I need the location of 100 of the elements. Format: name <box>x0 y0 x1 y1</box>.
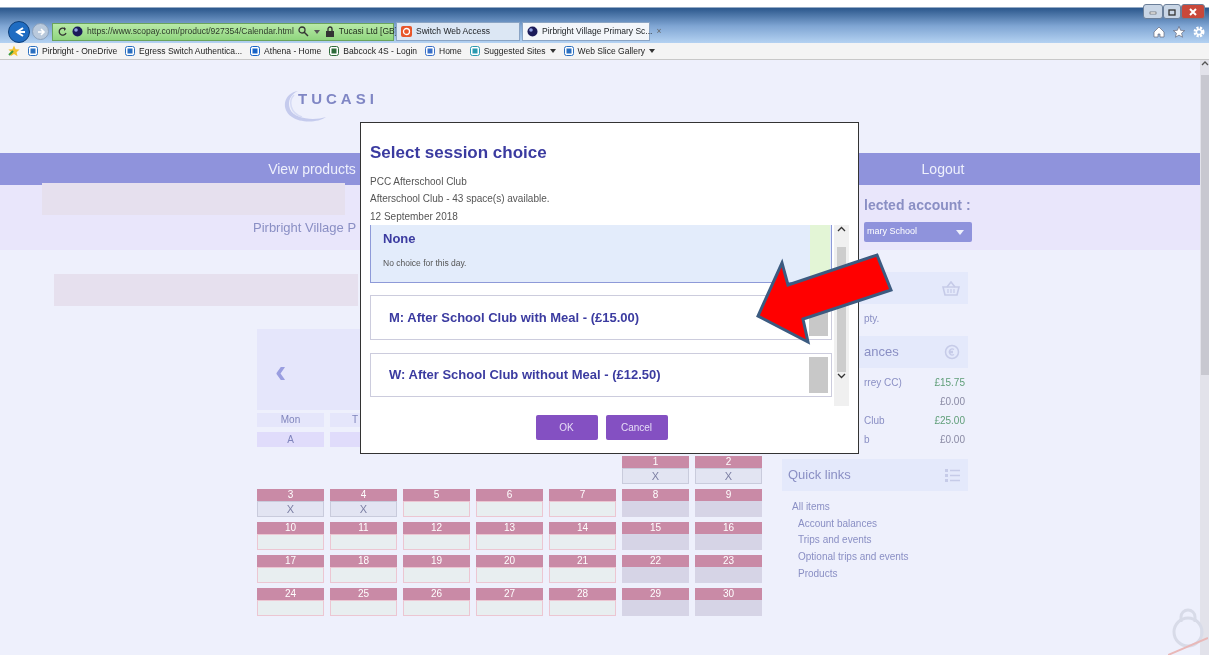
day-cell[interactable] <box>403 501 470 517</box>
favorite-link[interactable]: Suggested Sites <box>469 44 556 58</box>
close-button[interactable] <box>1181 4 1205 19</box>
quick-link[interactable]: Account balances <box>782 515 968 533</box>
option-description: No choice for this day. <box>383 256 468 270</box>
scroll-thumb[interactable] <box>1200 75 1209 375</box>
day-number: 15 <box>622 522 689 534</box>
day-cell[interactable] <box>403 600 470 616</box>
scroll-down-icon[interactable] <box>837 372 847 380</box>
favorite-link[interactable]: Athena - Home <box>250 44 322 58</box>
day-cell[interactable]: X <box>257 501 324 517</box>
caret-icon[interactable] <box>312 27 321 36</box>
day-cell[interactable]: X <box>330 501 397 517</box>
day-number: 11 <box>330 522 397 534</box>
day-cell[interactable] <box>330 567 397 583</box>
balance-amount: £0.00 <box>939 395 965 409</box>
day-cell[interactable] <box>476 534 543 550</box>
day-number: 10 <box>257 522 324 534</box>
refresh-icon[interactable] <box>57 26 68 37</box>
nav-link[interactable]: Logout <box>860 158 1026 180</box>
day-number: 23 <box>695 555 762 567</box>
day-cell[interactable]: X <box>695 468 762 484</box>
address-bar[interactable]: https://www.scopay.com/product/927354/Calendar.html Tucasi Ltd [GB] <box>52 22 394 41</box>
day-cell[interactable] <box>476 567 543 583</box>
home-icon[interactable] <box>1153 25 1165 38</box>
page-icon <box>469 46 480 56</box>
caret-icon <box>956 228 964 236</box>
day-cell[interactable] <box>330 534 397 550</box>
day-cell[interactable] <box>330 600 397 616</box>
restore-button[interactable] <box>1163 4 1181 19</box>
day-cell[interactable] <box>403 567 470 583</box>
day-cell[interactable] <box>622 600 689 616</box>
favorite-link[interactable]: Home <box>425 44 462 58</box>
day-cell[interactable] <box>622 501 689 517</box>
day-cell[interactable] <box>403 534 470 550</box>
favorites-star-icon[interactable] <box>8 45 20 57</box>
weekday-header: Mon <box>257 413 324 427</box>
day-number: 14 <box>549 522 616 534</box>
session-option[interactable]: W: After School Club without Meal - (£12.50) <box>370 353 833 397</box>
day-cell[interactable] <box>257 600 324 616</box>
day-cell[interactable] <box>476 600 543 616</box>
session-option[interactable]: None No choice for this day. <box>370 225 833 283</box>
quick-link[interactable]: Products <box>782 565 968 583</box>
day-cell[interactable] <box>695 567 762 583</box>
favorite-link[interactable]: Babcock 4S - Login <box>329 44 417 58</box>
search-icon[interactable] <box>297 26 309 37</box>
day-number: 18 <box>330 555 397 567</box>
day-number: 13 <box>476 522 543 534</box>
page-icon <box>563 46 574 56</box>
url-text: https://www.scopay.com/product/927354/Calendar.html <box>87 25 294 38</box>
star-icon[interactable] <box>1173 25 1185 38</box>
day-number: 28 <box>549 588 616 600</box>
quick-link[interactable]: Trips and events <box>782 532 968 550</box>
close-icon <box>1188 6 1198 17</box>
balance-name: rrey CC) <box>864 376 902 390</box>
day-cell[interactable] <box>257 534 324 550</box>
day-cell[interactable] <box>476 501 543 517</box>
quick-link[interactable]: All items <box>782 499 968 516</box>
day-cell[interactable] <box>622 534 689 550</box>
tab-close-button[interactable]: × <box>656 25 662 38</box>
globe-icon <box>72 26 83 37</box>
day-number: 5 <box>403 489 470 501</box>
page-icon <box>250 46 261 56</box>
back-button[interactable] <box>8 20 30 43</box>
scroll-up-icon[interactable] <box>837 225 847 233</box>
logo: TUCASI <box>298 89 378 110</box>
ok-button[interactable]: OK <box>535 415 598 440</box>
browser-tab[interactable]: Switch Web Access <box>396 22 520 41</box>
balance-name: Club <box>864 414 885 428</box>
day-number: 26 <box>403 588 470 600</box>
day-cell[interactable]: X <box>622 468 689 484</box>
day-cell[interactable] <box>549 501 616 517</box>
basket-icon[interactable] <box>942 280 960 296</box>
day-cell[interactable] <box>549 534 616 550</box>
option-title: W: After School Club without Meal - (£12.50) <box>389 366 662 385</box>
favorite-link[interactable]: Pirbright - OneDrive <box>28 44 118 58</box>
day-cell[interactable] <box>695 501 762 517</box>
settings-icon[interactable] <box>1193 25 1205 38</box>
dialog-title: Select session choice <box>370 142 548 164</box>
day-cell[interactable] <box>549 600 616 616</box>
day-cell[interactable] <box>622 567 689 583</box>
day-number: 20 <box>476 555 543 567</box>
list-icon <box>945 467 960 483</box>
day-number: 8 <box>622 489 689 501</box>
favorite-link[interactable]: Egress Switch Authentica... <box>125 44 243 58</box>
page-scrollbar[interactable] <box>1200 60 1209 655</box>
day-number: 30 <box>695 588 762 600</box>
scroll-up-icon[interactable] <box>1200 60 1209 67</box>
day-cell[interactable] <box>695 600 762 616</box>
day-cell[interactable] <box>549 567 616 583</box>
balance-amount: £0.00 <box>939 433 965 447</box>
quick-link[interactable]: Optional trips and events <box>782 549 968 566</box>
account-dropdown[interactable]: mary School <box>864 222 972 242</box>
forward-button[interactable] <box>32 23 49 40</box>
day-cell[interactable] <box>257 567 324 583</box>
minimize-button[interactable] <box>1143 4 1163 19</box>
day-cell[interactable] <box>695 534 762 550</box>
day-number: 2 <box>695 456 762 468</box>
favorite-link[interactable]: Web Slice Gallery <box>563 44 655 58</box>
cancel-button[interactable]: Cancel <box>605 415 668 440</box>
